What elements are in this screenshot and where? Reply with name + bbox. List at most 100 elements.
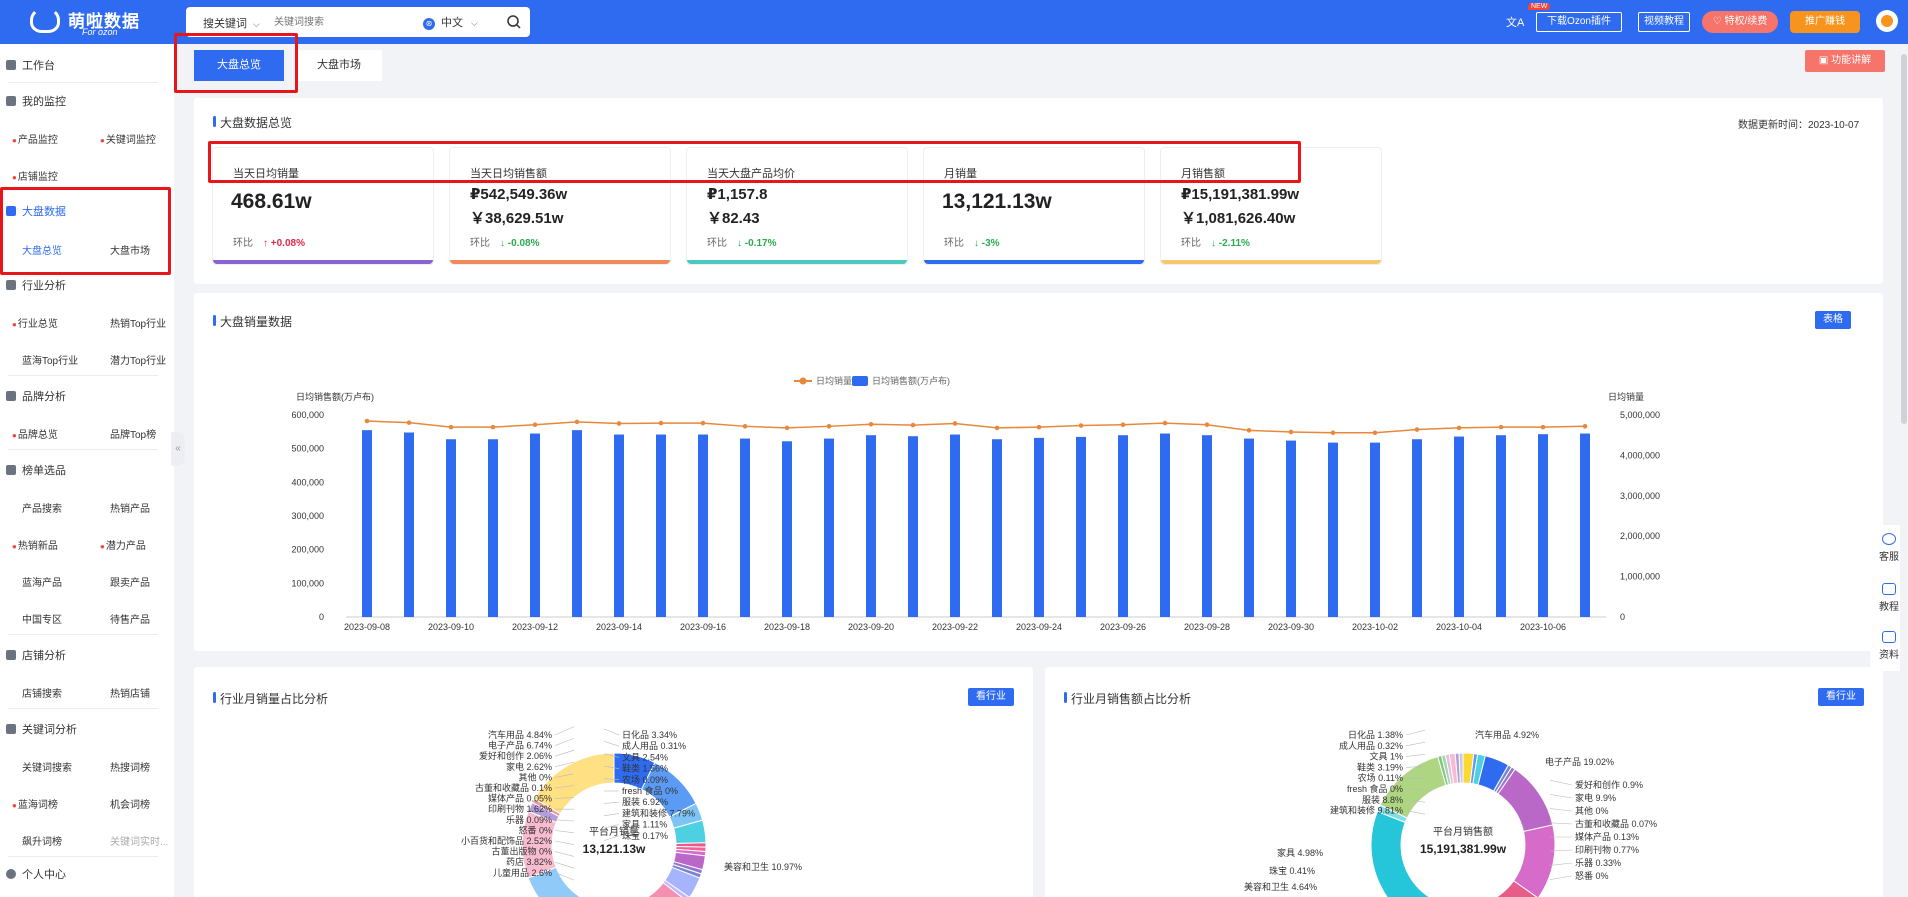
sidebar-item-market-market[interactable]: 大盘市场 <box>110 242 150 257</box>
language-select[interactable]: ⊛ 中文 ⌵ <box>423 14 478 30</box>
headset-icon <box>1882 533 1896 545</box>
sidebar-item-blue-top-industry[interactable]: 蓝海Top行业 <box>22 352 78 367</box>
stat-accent-bar <box>687 260 907 264</box>
donut-leader-line <box>554 840 575 845</box>
logo[interactable]: 萌啦数据 For ozon <box>30 5 170 39</box>
sidebar-item-blue-keywords[interactable]: ●蓝海词榜 <box>12 796 58 811</box>
translate-icon[interactable]: 文A <box>1506 14 1524 30</box>
scrollbar[interactable] <box>1900 44 1908 897</box>
line-point-2023-09-28 <box>1204 422 1210 427</box>
sidebar-section-monitor[interactable]: 我的监控 <box>6 93 66 109</box>
donut-label-fresh 食品: fresh 食品 0% <box>622 785 678 796</box>
sidebar-section-keyword[interactable]: 关键词分析 <box>6 721 77 737</box>
sidebar-item-pending-products[interactable]: 待售产品 <box>110 611 150 626</box>
donut-label-怒番: 怒番 0% <box>518 824 552 835</box>
sidebar-item-realtime-keywords[interactable]: 关键词实时... <box>110 833 168 848</box>
sidebar-item-hot-shops[interactable]: 热销店铺 <box>110 685 150 700</box>
sidebar-item-rising-keywords[interactable]: 飙升词榜 <box>22 833 62 848</box>
sidebar-section-industry[interactable]: 行业分析 <box>6 277 66 293</box>
donut-label-农场: 农场 0.09% <box>622 774 668 785</box>
tab-market-market[interactable]: 大盘市场 <box>296 50 382 81</box>
bar-2023-10-03 <box>1412 439 1422 617</box>
donut-leader-line <box>554 819 575 822</box>
sidebar-item-hot-keywords[interactable]: 热搜词榜 <box>110 759 150 774</box>
sidebar-item-potential-top-industry[interactable]: 潜力Top行业 <box>110 352 166 367</box>
stat-card-monthly-amount[interactable]: 月销售额 ₽15,191,381.99w ￥1,081,626.40w 环比 ↓ … <box>1160 147 1382 265</box>
keyword-icon <box>6 724 16 734</box>
donut-label-建筑和装修: 建筑和装修 9.81% <box>1330 805 1403 816</box>
bar-2023-09-25 <box>1076 436 1086 617</box>
donut-label-珠宝: 珠宝 0.17% <box>622 830 668 841</box>
stat-card-daily-qty[interactable]: 当天日均销量 468.61w 环比 ↑ +0.08% <box>212 147 434 265</box>
sidebar-item-opportunity-keywords[interactable]: 机会词榜 <box>110 796 150 811</box>
brand-sub: For ozon <box>82 27 118 37</box>
donut-leader-line <box>554 851 575 857</box>
sidebar-item-hot-products[interactable]: 热销产品 <box>110 500 150 515</box>
donut-label-鞋类: 鞋类 1.56% <box>622 763 668 774</box>
sidebar-item-keyword-monitor[interactable]: ●关键词监控 <box>100 131 156 146</box>
y-tick-right: 1,000,000 <box>1620 572 1660 582</box>
video-tutorial-button[interactable]: 视频教程 <box>1638 12 1690 32</box>
stat-card-daily-amount[interactable]: 当天日均销售额 ₽542,549.36w ￥38,629.51w 环比 ↓ -0.… <box>449 147 671 265</box>
stat-value: 468.61w <box>231 190 312 213</box>
hot-icon: ● <box>100 136 105 145</box>
divider <box>8 82 158 83</box>
x-tick-label: 2023-09-12 <box>512 622 558 632</box>
search-icon[interactable] <box>504 12 524 32</box>
donut-label-建筑和装修: 建筑和装修 7.79% <box>622 807 695 818</box>
tab-market-overview[interactable]: 大盘总览 <box>194 50 284 81</box>
sidebar-section-market[interactable]: 大盘数据 <box>6 203 66 219</box>
donut-label-美容和卫生: 美容和卫生 10.97% <box>724 861 802 872</box>
x-tick-label: 2023-09-18 <box>764 622 810 632</box>
line-point-2023-10-02 <box>1372 430 1378 436</box>
sidebar-section-personal[interactable]: 个人中心 <box>6 866 66 882</box>
view-industry-qty-button[interactable]: 看行业 <box>968 688 1014 706</box>
sidebar-section-brand[interactable]: 品牌分析 <box>6 388 66 404</box>
sidebar-item-industry-overview[interactable]: ●行业总览 <box>12 315 58 330</box>
sales-chart: 日均销量 日均销售额(万卢布)日均销售额(万卢布) 日均销量600,000500,0… <box>291 375 1660 632</box>
table-button[interactable]: 表格 <box>1815 311 1851 329</box>
sidebar-item-keyword-search[interactable]: 关键词搜索 <box>22 759 72 774</box>
y-axis-right-title: 日均销量 <box>1608 391 1644 402</box>
sidebar-section-workbench[interactable]: 工作台 <box>6 57 55 73</box>
sidebar-item-hot-top-industry[interactable]: 热销Top行业 <box>110 315 166 330</box>
sidebar-item-shop-search[interactable]: 店铺搜索 <box>22 685 62 700</box>
sidebar-item-brand-top[interactable]: 品牌Top榜 <box>110 426 156 441</box>
industry-qty-donut: 平台月销量13,121.13w汽车用品 4.84%电子产品 6.74%爱好和创作… <box>461 726 802 897</box>
sidebar-section-selection[interactable]: 榜单选品 <box>6 462 66 478</box>
line-point-2023-09-08 <box>364 418 370 424</box>
sidebar-item-product-search[interactable]: 产品搜索 <box>22 500 62 515</box>
scrollbar-thumb[interactable] <box>1901 54 1907 424</box>
x-tick-label: 2023-09-14 <box>596 622 642 632</box>
sidebar-item-shop-monitor[interactable]: ●店铺监控 <box>12 168 58 183</box>
avatar[interactable] <box>1876 10 1898 32</box>
sidebar-item-china-zone[interactable]: 中国专区 <box>22 611 62 626</box>
sidebar-collapse-button[interactable]: « <box>171 432 185 466</box>
line-point-2023-09-16 <box>700 420 706 426</box>
sidebar-item-brand-overview[interactable]: ●品牌总览 <box>12 426 58 441</box>
sidebar-item-potential-products[interactable]: ●潜力产品 <box>100 537 146 552</box>
donut-label-家具: 家具 4.98% <box>1277 847 1323 858</box>
stat-card-monthly-qty[interactable]: 月销量 13,121.13w 环比 ↓ -3% <box>923 147 1145 265</box>
sidebar-item-label: 店铺监控 <box>17 172 58 183</box>
stat-card-avg-price[interactable]: 当天大盘产品均价 ₽1,157.8 ￥82.43 环比 ↓ -0.17% <box>686 147 908 265</box>
promo-button[interactable]: 推广赚钱 <box>1790 11 1860 33</box>
sidebar-item-market-overview[interactable]: 大盘总览 <box>22 242 62 257</box>
search-input[interactable] <box>274 13 394 31</box>
search-type-select[interactable]: 搜关键词 ⌵ <box>203 15 260 31</box>
donut-label-服装: 服装 8.8% <box>1362 794 1403 805</box>
line-point-2023-10-03 <box>1414 427 1420 432</box>
compare-label: 环比 <box>470 238 490 249</box>
sidebar-item-follow-products[interactable]: 跟卖产品 <box>110 574 150 589</box>
y-tick-right: 2,000,000 <box>1620 531 1660 541</box>
sidebar-item-blue-products[interactable]: 蓝海产品 <box>22 574 62 589</box>
vip-button[interactable]: ♡ 特权/续费 <box>1702 11 1778 33</box>
sidebar-section-shop[interactable]: 店铺分析 <box>6 647 66 663</box>
sidebar-item-product-monitor[interactable]: ●产品监控 <box>12 131 58 146</box>
view-industry-amount-button[interactable]: 看行业 <box>1818 688 1864 706</box>
donut-label-电子产品: 电子产品 6.74% <box>488 740 552 751</box>
download-plugin-button[interactable]: 下载Ozon插件 <box>1536 12 1622 32</box>
sidebar-item-hot-new[interactable]: ●热销新品 <box>12 537 58 552</box>
feature-guide-button[interactable]: ▣ 功能讲解 <box>1805 50 1885 72</box>
legend-label-line: 日均销量 <box>816 375 852 386</box>
